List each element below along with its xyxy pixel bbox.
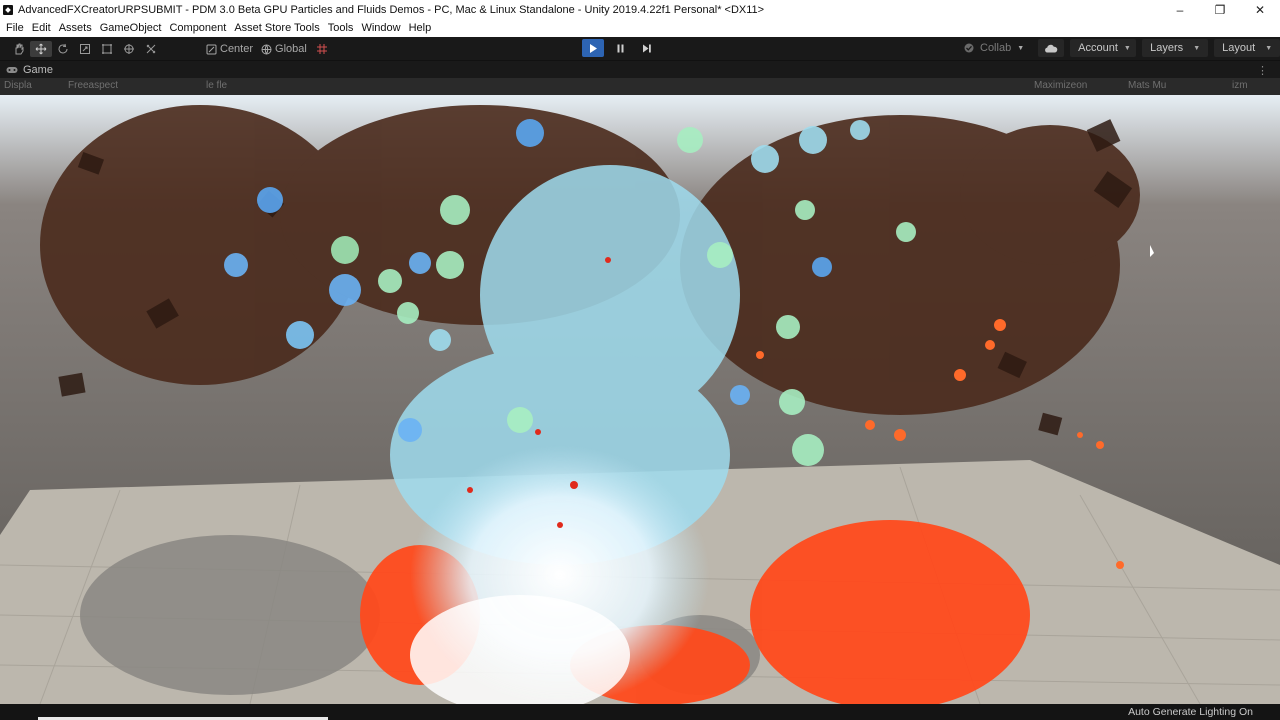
check-circle-icon — [964, 43, 974, 53]
play-controls — [582, 39, 658, 57]
menu-edit[interactable]: Edit — [28, 22, 55, 34]
step-icon — [643, 44, 651, 52]
globe-icon — [261, 44, 272, 54]
aspect-dropdown[interactable]: Freeaspect — [68, 80, 118, 91]
layers-dropdown[interactable]: Layers ▼ — [1142, 39, 1209, 57]
chevron-down-icon: ▼ — [1193, 44, 1201, 52]
menu-gameobject[interactable]: GameObject — [96, 22, 166, 34]
gizmos-dropdown[interactable]: izm — [1232, 80, 1248, 91]
rect-tool-icon[interactable] — [96, 41, 118, 57]
scale-slider-label: le fle — [206, 80, 228, 91]
particle-scene-render — [0, 95, 1280, 704]
cloud-button[interactable] — [1038, 39, 1065, 57]
menu-component[interactable]: Component — [165, 22, 230, 34]
hand-tool-icon[interactable] — [8, 41, 30, 57]
account-dropdown[interactable]: Account ▼ — [1070, 39, 1137, 57]
game-view-controls: Displa Freeaspect le fle Maximizeon Mats… — [0, 78, 1280, 95]
layout-dropdown[interactable]: Layout ▼ — [1214, 39, 1280, 57]
chevron-down-icon: ▼ — [1123, 44, 1131, 52]
stats-toggle[interactable]: Mats Mu — [1128, 80, 1166, 91]
collab-label: Collab — [980, 42, 1012, 54]
gamepad-icon — [6, 66, 18, 73]
menu-assets[interactable]: Assets — [55, 22, 96, 34]
chevron-down-icon: ▼ — [1265, 44, 1273, 52]
menu-help[interactable]: Help — [405, 22, 436, 34]
step-button[interactable] — [636, 39, 658, 57]
pivot-global-button[interactable]: Global — [257, 41, 311, 57]
status-bar: Auto Generate Lighting On — [0, 704, 1280, 720]
more-options-icon[interactable]: ⋮ — [1257, 64, 1268, 77]
menu-bar: File Edit Assets GameObject Component As… — [0, 19, 1280, 37]
transform-tool-icon[interactable] — [118, 41, 140, 57]
menu-tools[interactable]: Tools — [324, 22, 358, 34]
layout-label: Layout — [1222, 42, 1256, 54]
account-label: Account — [1078, 42, 1118, 54]
restore-button[interactable]: ❐ — [1200, 0, 1240, 19]
pivot-center-icon — [206, 44, 217, 54]
pivot-center-label: Center — [220, 43, 254, 55]
maximize-on-play-toggle[interactable]: Maximizeon — [1034, 80, 1087, 91]
rotate-tool-icon[interactable] — [52, 41, 74, 57]
chevron-down-icon: ▼ — [1017, 44, 1025, 52]
menu-asset-store-tools[interactable]: Asset Store Tools — [230, 22, 323, 34]
pause-button[interactable] — [609, 39, 631, 57]
pivot-center-button[interactable]: Center — [202, 41, 257, 57]
pause-icon — [617, 44, 623, 52]
window-title-bar: AdvancedFXCreatorURPSUBMIT - PDM 3.0 Bet… — [0, 0, 1280, 19]
close-button[interactable]: ✕ — [1240, 0, 1280, 19]
pivot-controls: Center Global — [202, 41, 333, 57]
pivot-global-label: Global — [275, 43, 307, 55]
minimize-button[interactable]: – — [1160, 0, 1200, 19]
display-dropdown[interactable]: Displa — [4, 80, 32, 91]
tab-game[interactable]: Game — [6, 64, 53, 76]
menu-file[interactable]: File — [2, 22, 28, 34]
status-message: Auto Generate Lighting On — [1128, 706, 1253, 718]
scale-tool-icon[interactable] — [74, 41, 96, 57]
main-toolbar: Center Global Collab ▼ Account ▼ Layers … — [0, 37, 1280, 61]
play-button[interactable] — [582, 39, 604, 57]
right-toolbar: Collab ▼ Account ▼ Layers ▼ Layout ▼ — [956, 39, 1280, 57]
unity-logo-icon — [3, 4, 13, 15]
play-icon — [589, 43, 597, 53]
game-viewport[interactable] — [0, 95, 1280, 704]
transform-tools — [8, 41, 162, 57]
menu-window[interactable]: Window — [357, 22, 404, 34]
custom-tool-icon[interactable] — [140, 41, 162, 57]
snap-grid-icon[interactable] — [311, 41, 333, 57]
cloud-icon — [1045, 44, 1058, 52]
game-view-tab-bar: Game ⋮ — [0, 61, 1280, 78]
tab-game-label: Game — [23, 63, 53, 76]
move-tool-icon[interactable] — [30, 41, 52, 57]
window-title: AdvancedFXCreatorURPSUBMIT - PDM 3.0 Bet… — [18, 3, 765, 16]
layers-label: Layers — [1150, 42, 1184, 54]
collab-dropdown[interactable]: Collab ▼ — [956, 39, 1032, 57]
window-controls: – ❐ ✕ — [1160, 0, 1280, 19]
